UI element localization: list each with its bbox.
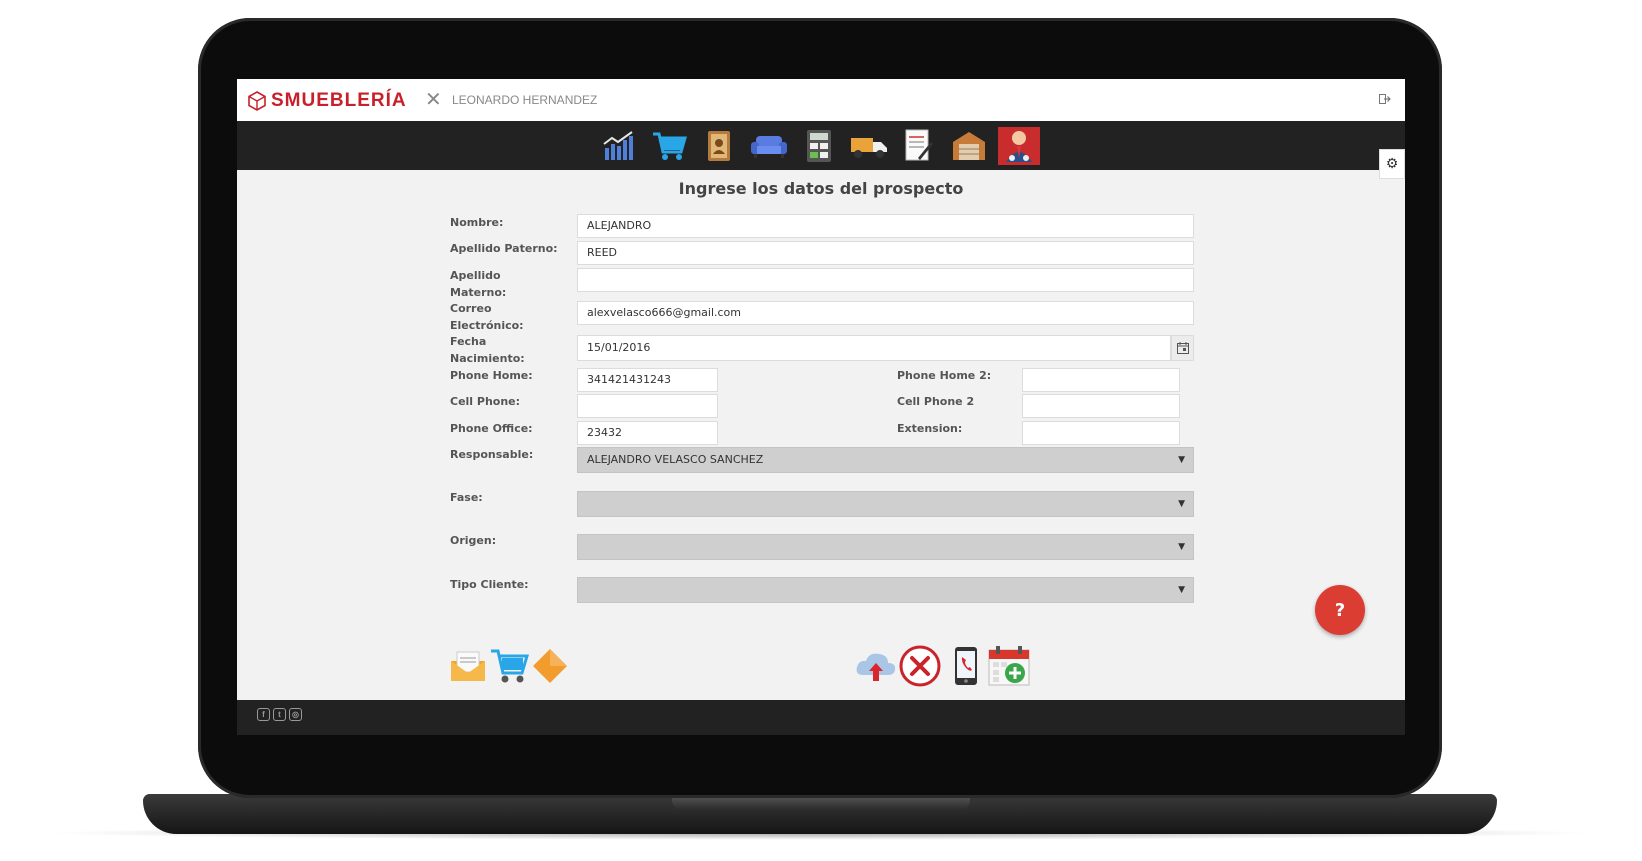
origen-select[interactable]: ▼ bbox=[577, 534, 1194, 560]
apellido-paterno-input[interactable]: REED bbox=[577, 241, 1194, 265]
nav-warehouse-icon[interactable] bbox=[948, 127, 990, 165]
fecha-nacimiento-input[interactable]: 15/01/2016 bbox=[577, 335, 1171, 361]
calendar-add-icon[interactable] bbox=[987, 644, 1031, 688]
responsable-select[interactable]: ALEJANDRO VELASCO SANCHEZ ▼ bbox=[577, 447, 1194, 473]
chevron-down-icon: ▼ bbox=[1178, 542, 1185, 552]
settings-gear-icon[interactable]: ⚙ bbox=[1379, 149, 1405, 179]
nav-cart-icon[interactable] bbox=[648, 127, 690, 165]
label-phone-office: Phone Office: bbox=[450, 422, 533, 435]
nav-document-edit-icon[interactable] bbox=[898, 127, 940, 165]
label-fase: Fase: bbox=[450, 491, 483, 504]
calendar-icon[interactable] bbox=[1171, 335, 1194, 361]
tag-icon[interactable] bbox=[528, 644, 572, 688]
chevron-down-icon: ▼ bbox=[1178, 499, 1185, 509]
nav-sofa-icon[interactable] bbox=[748, 127, 790, 165]
top-header: SMUEBLERÍA ✕ LEONARDO HERNANDEZ bbox=[237, 79, 1405, 122]
nav-salesperson-icon[interactable] bbox=[998, 127, 1040, 165]
facebook-icon[interactable]: f bbox=[257, 708, 270, 721]
responsable-value: ALEJANDRO VELASCO SANCHEZ bbox=[587, 453, 764, 466]
label-extension: Extension: bbox=[897, 422, 963, 435]
phone-office-input[interactable]: 23432 bbox=[577, 421, 718, 445]
twitter-icon[interactable]: t bbox=[273, 708, 286, 721]
close-icon[interactable]: ✕ bbox=[425, 87, 442, 111]
instagram-icon[interactable]: ◎ bbox=[289, 708, 302, 721]
cell-phone-input[interactable] bbox=[577, 394, 718, 418]
help-button[interactable]: ? bbox=[1315, 585, 1365, 635]
label-responsable: Responsable: bbox=[450, 448, 534, 461]
label-apellido-materno: Apellido Materno: bbox=[450, 269, 507, 299]
page-title: Ingrese los datos del prospecto bbox=[678, 179, 964, 198]
footer-bar: f t ◎ bbox=[237, 700, 1405, 735]
label-cell-phone: Cell Phone: bbox=[450, 395, 521, 408]
logo-text: SMUEBLERÍA bbox=[271, 90, 407, 111]
cloud-upload-icon[interactable] bbox=[854, 644, 898, 688]
app-logo[interactable]: SMUEBLERÍA bbox=[247, 90, 407, 112]
label-correo: Correo Electrónico: bbox=[450, 302, 524, 332]
app-screen: SMUEBLERÍA ✕ LEONARDO HERNANDEZ ⚙ Ingres… bbox=[237, 79, 1405, 735]
label-origen: Origen: bbox=[450, 534, 497, 547]
tipo-cliente-select[interactable]: ▼ bbox=[577, 577, 1194, 603]
nav-icon-bar bbox=[598, 127, 1040, 165]
cancel-icon[interactable] bbox=[898, 644, 942, 688]
nav-contacts-book-icon[interactable] bbox=[698, 127, 740, 165]
nav-delivery-truck-icon[interactable] bbox=[848, 127, 890, 165]
extension-input[interactable] bbox=[1022, 421, 1180, 445]
user-name: LEONARDO HERNANDEZ bbox=[452, 93, 598, 107]
main-navbar bbox=[237, 121, 1405, 170]
email-icon[interactable] bbox=[446, 644, 490, 688]
label-phone-home: Phone Home: bbox=[450, 369, 533, 382]
label-nombre: Nombre: bbox=[450, 216, 504, 229]
label-cell-phone-2: Cell Phone 2 bbox=[897, 395, 975, 408]
chevron-down-icon: ▼ bbox=[1178, 455, 1185, 465]
mobile-phone-icon[interactable] bbox=[944, 644, 988, 688]
fase-select[interactable]: ▼ bbox=[577, 491, 1194, 517]
label-phone-home-2: Phone Home 2: bbox=[897, 369, 992, 382]
phone-home-2-input[interactable] bbox=[1022, 368, 1180, 392]
shopping-cart-icon[interactable] bbox=[487, 644, 531, 688]
label-fecha-nacimiento: Fecha Nacimiento: bbox=[450, 335, 525, 365]
nav-chart-icon[interactable] bbox=[598, 127, 640, 165]
nombre-input[interactable]: ALEJANDRO bbox=[577, 214, 1194, 238]
apellido-materno-input[interactable] bbox=[577, 268, 1194, 292]
cell-phone-2-input[interactable] bbox=[1022, 394, 1180, 418]
label-apellido-paterno: Apellido Paterno: bbox=[450, 242, 558, 255]
correo-input[interactable]: alexvelasco666@gmail.com bbox=[577, 301, 1194, 325]
logo-mark-icon bbox=[248, 91, 266, 111]
nav-calculator-icon[interactable] bbox=[798, 127, 840, 165]
label-tipo-cliente: Tipo Cliente: bbox=[450, 578, 529, 591]
social-links: f t ◎ bbox=[257, 708, 302, 721]
chevron-down-icon: ▼ bbox=[1178, 585, 1185, 595]
logout-icon[interactable] bbox=[1379, 93, 1391, 107]
phone-home-input[interactable]: 341421431243 bbox=[577, 368, 718, 392]
